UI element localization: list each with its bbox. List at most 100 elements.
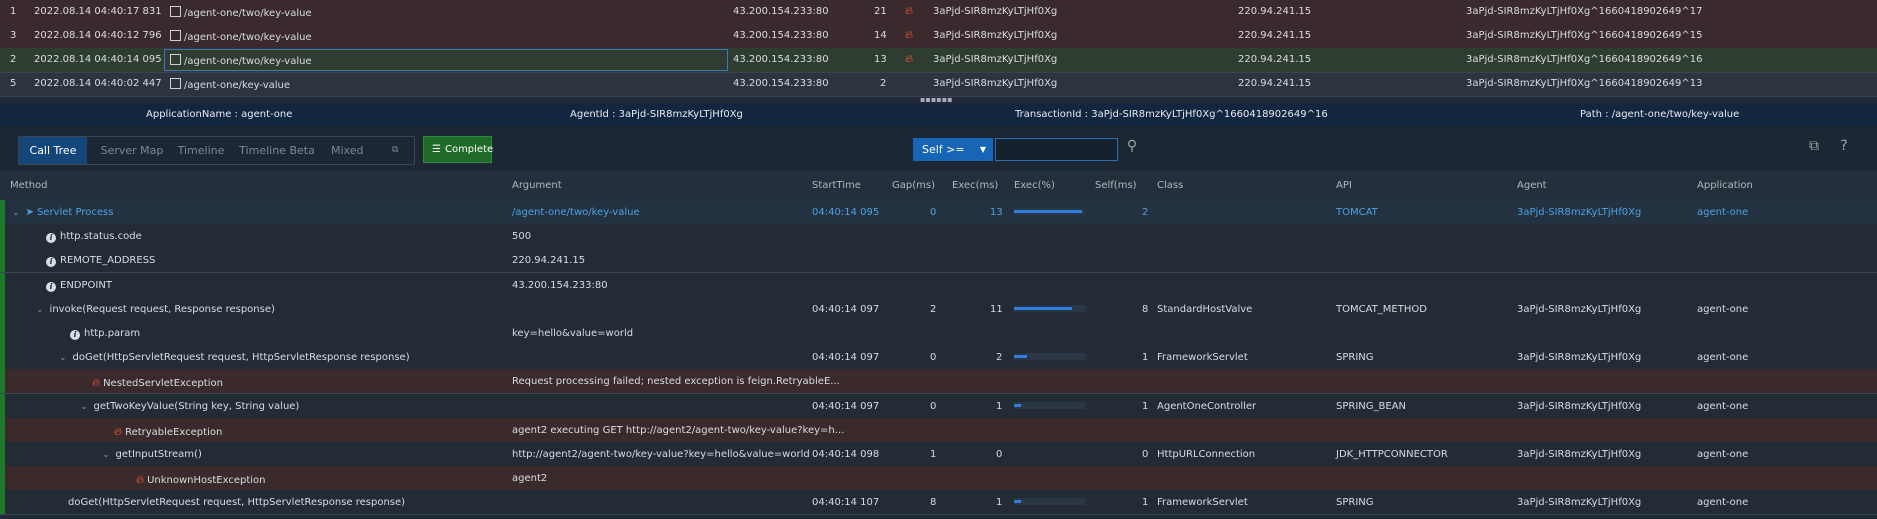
method-name: Servlet Process — [36, 207, 114, 218]
call-tree-row[interactable]: ⌄ ➤ Servlet Process/agent-one/two/key-valu… — [0, 200, 1877, 225]
argument: Request processing failed; nested except… — [512, 376, 840, 388]
transaction-row[interactable]: 1 2022.08.14 04:40:17 831 /agent-one/two… — [0, 0, 1877, 25]
call-tree-row[interactable]: ⌄ invoke(Request request, Response respon… — [0, 296, 1877, 322]
api: TOMCAT — [1336, 207, 1378, 218]
transaction-row[interactable]: 3 2022.08.14 04:40:12 796 /agent-one/two… — [0, 24, 1877, 49]
call-tree-row[interactable]: i http.param key=hello&value=world — [0, 321, 1877, 346]
call-tree-row[interactable]: i ENDPOINT 43.200.154.233:80 — [0, 272, 1877, 298]
chevron-down-icon[interactable]: ⌄ — [59, 353, 67, 363]
api: SPRING — [1336, 352, 1374, 364]
chevron-down-icon[interactable]: ⌄ — [12, 208, 20, 218]
error-flame-icon: 🔥︎ — [905, 52, 914, 65]
tab-server-map[interactable]: Server Map — [97, 137, 167, 164]
info-icon: i — [46, 233, 56, 244]
col-method[interactable]: Method — [10, 180, 48, 191]
col-gap[interactable]: Gap(ms) — [892, 180, 935, 191]
method-name: REMOTE_ADDRESS — [60, 255, 156, 267]
exec-percent-bar — [1014, 304, 1086, 312]
external-link-icon[interactable]: ⧉ — [392, 137, 406, 164]
row-status-bar — [0, 272, 5, 297]
col-agent[interactable]: Agent — [1517, 180, 1547, 191]
row-path: /agent-one/two/key-value — [184, 56, 312, 67]
application: agent-one — [1697, 449, 1749, 460]
start-time: 04:40:14 097 — [812, 400, 880, 412]
agent: 3aPjd-SIR8mzKyLTjHf0Xg — [1517, 497, 1642, 509]
self-filter-input[interactable] — [995, 138, 1118, 161]
resize-handle-icon[interactable]: ▪▪▪▪▪▪ — [920, 96, 953, 104]
col-application[interactable]: Application — [1697, 180, 1753, 191]
row-remote: 220.94.241.15 — [1238, 6, 1312, 17]
start-time: 04:40:14 097 — [812, 303, 880, 315]
row-endpoint: 43.200.154.233:80 — [733, 54, 829, 65]
chevron-down-icon[interactable]: ⌄ — [102, 450, 110, 460]
start-time: 04:40:14 107 — [812, 497, 880, 509]
complete-button[interactable]: ☰ Complete — [423, 136, 494, 163]
class-name: FrameworkServlet — [1157, 497, 1248, 509]
call-tree-row[interactable]: 🔥︎ RetryableException agent2 executing GET… — [0, 417, 1877, 443]
open-new-window-icon[interactable]: ⧉ — [1806, 138, 1822, 154]
method-name: invoke(Request request, Response respons… — [49, 303, 275, 315]
row-index: 1 — [10, 6, 17, 17]
transaction-row[interactable]: 5 2022.08.14 04:40:02 447 /agent-one/key… — [0, 72, 1877, 97]
method-name: http.status.code — [60, 231, 142, 243]
self-filter-select[interactable]: Self >= ▼ — [913, 138, 993, 161]
call-tree-row[interactable]: 🔥︎ UnknownHostException agent2 — [0, 466, 1877, 492]
row-agent: 3aPjd-SIR8mzKyLTjHf0Xg — [933, 54, 1058, 65]
row-index: 5 — [10, 78, 17, 89]
api: SPRING — [1336, 497, 1374, 509]
row-txid: 3aPjd-SIR8mzKyLTjHf0Xg^1660418902649^17 — [1466, 6, 1703, 17]
col-argument[interactable]: Argument — [512, 180, 562, 191]
chevron-down-icon[interactable]: ⌄ — [80, 402, 88, 412]
api: TOMCAT_METHOD — [1336, 303, 1427, 315]
transaction-id: TransactionId : 3aPjd-SIR8mzKyLTjHf0Xg^1… — [1015, 109, 1328, 120]
help-icon[interactable]: ? — [1836, 138, 1852, 154]
row-status-bar — [0, 345, 5, 370]
method-name: http.param — [84, 328, 141, 339]
agent: 3aPjd-SIR8mzKyLTjHf0Xg — [1517, 352, 1642, 364]
class-name: AgentOneController — [1157, 400, 1257, 412]
col-api[interactable]: API — [1336, 180, 1352, 191]
row-index: 3 — [10, 30, 17, 41]
error-flame-icon: 🔥︎ — [114, 424, 123, 438]
call-tree-row[interactable]: 🔥︎ NestedServletException Request processi… — [0, 369, 1877, 395]
search-icon[interactable]: ⚲ — [1124, 138, 1140, 154]
col-starttime[interactable]: StartTime — [812, 180, 861, 191]
argument: 220.94.241.15 — [512, 255, 586, 267]
view-tabs: Call Tree Server Map Timeline Timeline B… — [18, 136, 415, 184]
row-status-bar — [0, 490, 5, 515]
method-name: UnknownHostException — [147, 475, 266, 487]
tab-timeline[interactable]: Timeline — [173, 137, 229, 164]
col-self[interactable]: Self(ms) — [1095, 180, 1137, 191]
self-ms: 0 — [1142, 449, 1149, 460]
col-exec-pct[interactable]: Exec(%) — [1014, 180, 1055, 191]
call-tree-row[interactable]: i http.status.code 500 — [0, 224, 1877, 250]
self-ms: 1 — [1142, 352, 1149, 364]
call-tree-row[interactable]: ⌄ getInputStream() http://agent2/agent-two… — [0, 442, 1877, 467]
self-ms: 1 — [1142, 400, 1149, 412]
row-remote: 220.94.241.15 — [1238, 78, 1312, 89]
class-name: StandardHostValve — [1157, 303, 1253, 315]
chevron-down-icon[interactable]: ⌄ — [36, 305, 44, 315]
info-icon: i — [46, 257, 56, 268]
self-ms: 1 — [1142, 497, 1149, 509]
tab-mixed-view[interactable]: Mixed View — [331, 137, 391, 184]
tab-call-tree[interactable]: Call Tree — [19, 137, 87, 164]
info-icon: i — [46, 281, 56, 292]
api: JDK_HTTPCONNECTOR — [1336, 449, 1448, 460]
tab-timeline-beta[interactable]: Timeline Beta — [237, 137, 317, 164]
agent: 3aPjd-SIR8mzKyLTjHf0Xg — [1517, 303, 1642, 315]
col-exec[interactable]: Exec(ms) — [952, 180, 998, 191]
col-class[interactable]: Class — [1157, 180, 1183, 191]
call-tree-row[interactable]: doGet(HttpServletRequest request, HttpSe… — [0, 490, 1877, 516]
method-name: NestedServletException — [103, 378, 223, 390]
transaction-row-selected[interactable]: 2 2022.08.14 04:40:14 095 /agent-one/two… — [0, 48, 1877, 73]
call-tree-row[interactable]: ⌄ doGet(HttpServletRequest request, HttpS… — [0, 345, 1877, 371]
complete-label: Complete — [444, 144, 494, 155]
self-ms: 2 — [1142, 207, 1149, 218]
call-tree-row[interactable]: ⌄ getTwoKeyValue(String key, String value… — [0, 393, 1877, 419]
argument: http://agent2/agent-two/key-value?key=he… — [512, 449, 810, 460]
api: SPRING_BEAN — [1336, 400, 1407, 412]
call-tree-row[interactable]: i REMOTE_ADDRESS 220.94.241.15 — [0, 248, 1877, 274]
document-icon — [170, 78, 181, 89]
error-flame-icon: 🔥︎ — [905, 28, 914, 41]
